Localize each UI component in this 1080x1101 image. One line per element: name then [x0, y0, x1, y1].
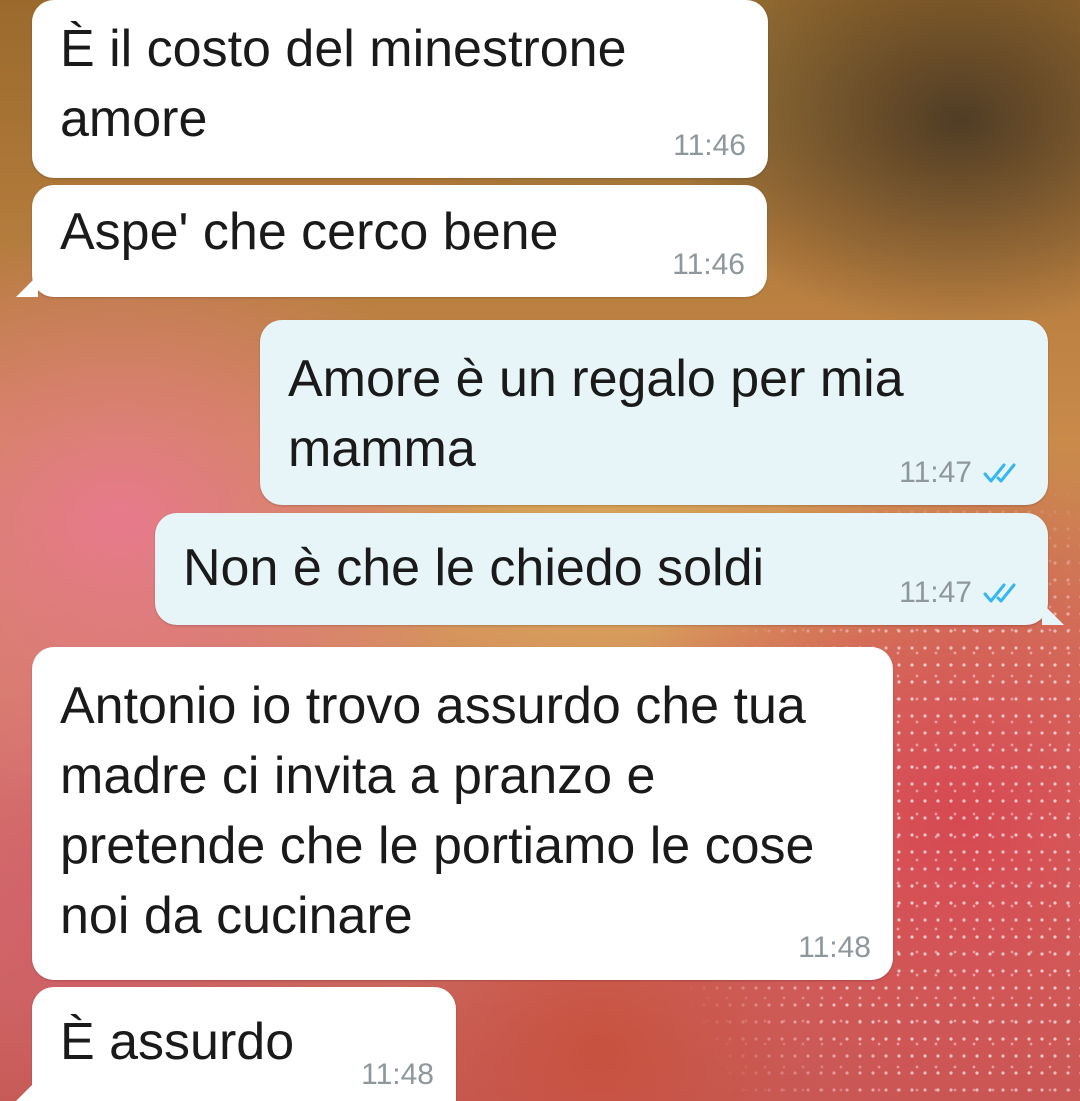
message-time: 11:48	[798, 931, 871, 964]
message-time: 11:46	[672, 248, 745, 281]
message-meta: 11:48	[798, 930, 871, 966]
message-time: 11:46	[673, 129, 746, 162]
read-receipt-icon	[983, 583, 1016, 603]
message-incoming[interactable]: Aspe' che cerco bene 11:46	[16, 185, 767, 297]
message-text: Non è che le chiedo soldi	[183, 539, 765, 597]
message-meta: 11:47	[899, 455, 1026, 491]
message-outgoing[interactable]: Amore è un regalo per mia mamma 11:47	[260, 320, 1048, 505]
message-meta: 11:46	[673, 128, 746, 164]
message-list[interactable]: È il costo del minestrone amore 11:46 As…	[0, 0, 1080, 1101]
message-text: Antonio io trovo assurdo che tua madre c…	[60, 677, 829, 945]
message-time: 11:47	[899, 576, 972, 609]
read-receipt-icon	[983, 463, 1016, 483]
message-text: Aspe' che cerco bene	[60, 203, 559, 261]
message-incoming[interactable]: Antonio io trovo assurdo che tua madre c…	[32, 647, 893, 980]
message-incoming[interactable]: È assurdo 11:48	[16, 987, 456, 1101]
message-time: 11:48	[361, 1058, 434, 1091]
message-meta: 11:48	[361, 1057, 434, 1093]
message-meta: 11:46	[672, 247, 745, 283]
message-outgoing[interactable]: Non è che le chiedo soldi 11:47	[155, 513, 1064, 625]
message-incoming[interactable]: È il costo del minestrone amore 11:46	[32, 0, 768, 178]
message-time: 11:47	[899, 456, 972, 489]
message-text: È il costo del minestrone amore	[60, 20, 641, 148]
message-meta: 11:47	[899, 575, 1026, 611]
